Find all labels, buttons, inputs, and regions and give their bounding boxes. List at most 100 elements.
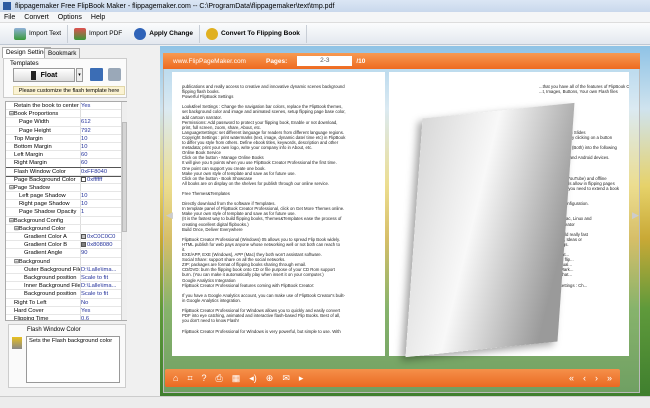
property-value[interactable]: 0.6 <box>81 315 126 320</box>
property-value[interactable]: 10 <box>81 192 126 199</box>
property-row[interactable]: Bottom Margin 10 <box>6 142 126 152</box>
property-value[interactable]: 0xffffff <box>81 176 126 183</box>
property-value[interactable]: Yes <box>81 307 126 314</box>
property-row[interactable]: Hard Cover Yes <box>6 306 126 315</box>
home-icon[interactable]: ⌂ <box>173 373 178 383</box>
first-page-icon[interactable]: « <box>569 373 574 383</box>
property-value[interactable]: 90 <box>81 249 126 256</box>
import-text-button[interactable]: Import Text <box>8 24 69 43</box>
last-page-icon[interactable]: » <box>607 373 612 383</box>
prev-page-icon[interactable]: ‹ <box>583 373 586 383</box>
property-value[interactable]: 10 <box>81 143 126 150</box>
toolbar: Import Text Import PDF Apply Change Conv… <box>0 23 650 45</box>
property-row[interactable]: Page Background Color 0xffffff <box>6 175 126 184</box>
property-value[interactable]: Yes <box>81 102 126 109</box>
property-grid-scrollbar[interactable] <box>121 102 127 320</box>
property-row[interactable]: Top Margin 10 <box>6 134 126 143</box>
property-value[interactable]: 0xC0C0C0 <box>81 233 126 240</box>
property-name: Bottom Margin <box>6 142 81 151</box>
property-value[interactable] <box>81 225 126 232</box>
property-value[interactable]: 10 <box>81 135 126 142</box>
property-value[interactable] <box>81 184 126 191</box>
sound-icon[interactable]: ◂) <box>249 373 257 384</box>
prev-arrow-icon[interactable]: ◀ <box>166 210 173 221</box>
template-dropdown-icon[interactable]: ▾ <box>76 68 83 82</box>
property-value[interactable] <box>81 217 126 224</box>
property-row[interactable]: Gradient Color A 0xC0C0C0 <box>6 233 126 242</box>
property-value[interactable]: 60 <box>81 151 126 158</box>
next-page-icon[interactable]: › <box>595 373 598 383</box>
apply-change-button[interactable]: Apply Change <box>128 24 200 43</box>
property-value[interactable]: 1 <box>81 208 126 215</box>
next-arrow-icon[interactable]: ▶ <box>632 210 639 221</box>
property-value[interactable]: 60 <box>81 159 126 166</box>
menu-help[interactable]: Help <box>91 14 105 21</box>
property-row[interactable]: ⊟Background <box>6 257 126 266</box>
property-name: ⊟Background Color <box>6 224 81 232</box>
thumbnails-icon[interactable]: ▦ <box>232 373 241 384</box>
tab-bookmark[interactable]: Bookmark <box>44 48 81 58</box>
property-row[interactable]: Right page Shadow 10 <box>6 200 126 209</box>
property-row[interactable]: Left Margin 60 <box>6 151 126 160</box>
import-pdf-label: Import PDF <box>89 30 123 37</box>
property-row[interactable]: Right To Left No <box>6 298 126 307</box>
property-row[interactable]: Page Width 612 <box>6 118 126 127</box>
site-link[interactable]: www.FlipPageMaker.com <box>173 58 246 65</box>
property-row[interactable]: Background position Scale to fit <box>6 290 126 299</box>
property-row[interactable]: Flash Window Color 0xFF8040 <box>6 166 126 177</box>
property-value-text: No <box>81 299 89 306</box>
autoplay-icon[interactable]: ▸ <box>299 373 304 384</box>
menu-convert[interactable]: Convert <box>24 14 49 21</box>
page-input[interactable]: 2-3 <box>297 56 353 66</box>
property-row[interactable]: Page Height 792 <box>6 126 126 135</box>
property-row[interactable]: Inner Background File D:\Lalle\ima... <box>6 282 126 291</box>
scroll-thumb[interactable] <box>122 122 127 232</box>
property-value[interactable]: 792 <box>81 127 126 134</box>
property-row[interactable]: Flipping Time 0.6 <box>6 314 126 320</box>
property-value[interactable]: No <box>81 299 126 306</box>
property-row[interactable]: ⊟Page Shadow <box>6 183 126 193</box>
zoom-icon[interactable]: ⊕ <box>266 373 274 384</box>
template-select[interactable]: Float <box>13 68 75 82</box>
menu-file[interactable]: File <box>4 14 15 21</box>
print-icon[interactable]: ⎙ <box>216 373 223 384</box>
convert-button[interactable]: Convert To Flipping Book <box>200 24 307 43</box>
property-value[interactable] <box>81 110 126 117</box>
app-icon <box>3 2 11 10</box>
property-row[interactable]: Gradient Color B 0x808080 <box>6 241 126 250</box>
property-row[interactable]: Background position Scale to fit <box>6 273 126 283</box>
property-row[interactable]: Retain the book to center Yes <box>6 102 126 111</box>
property-value[interactable]: 10 <box>81 200 126 207</box>
property-row[interactable]: ⊟Background Color <box>6 224 126 233</box>
page-curl[interactable] <box>405 102 575 358</box>
property-row[interactable]: ⊟Background Config <box>6 216 126 225</box>
fit-icon[interactable]: ⌗ <box>187 373 192 384</box>
import-pdf-button[interactable]: Import PDF <box>68 25 128 43</box>
property-value[interactable]: Scale to fit <box>81 274 126 281</box>
load-template-icon[interactable] <box>108 68 121 81</box>
menu-options[interactable]: Options <box>58 14 82 21</box>
property-name: Right Margin <box>6 159 81 167</box>
book-icon <box>30 70 36 80</box>
email-icon[interactable]: ✉ <box>282 373 290 384</box>
property-value[interactable]: D:\Lalle\ima... <box>81 282 126 289</box>
property-value-text: 0xFF8040 <box>81 168 108 175</box>
save-template-icon[interactable] <box>90 68 103 81</box>
property-value[interactable]: 0x808080 <box>81 241 126 248</box>
property-name: ⊟Page Shadow <box>6 183 81 192</box>
property-row[interactable]: Outer Background File D:\Lalle\ima... <box>6 265 126 274</box>
property-value[interactable]: 0xFF8040 <box>81 168 126 175</box>
property-value[interactable] <box>81 258 126 265</box>
left-page[interactable]: publications and really access to creati… <box>172 72 385 356</box>
property-row[interactable]: Gradient Angle 90 <box>6 249 126 258</box>
property-row[interactable]: Page Shadow Opacity 1 <box>6 208 126 217</box>
property-value[interactable]: Scale to fit <box>81 290 126 297</box>
property-value-text: D:\Lalle\ima... <box>81 283 117 290</box>
property-row[interactable]: Right Margin 60 <box>6 159 126 168</box>
property-value[interactable]: 612 <box>81 118 126 125</box>
property-row[interactable]: Left page Shadow 10 <box>6 192 126 201</box>
property-row[interactable]: ⊟Book Proportions <box>6 110 126 119</box>
property-value[interactable]: D:\Lalle\ima... <box>81 266 126 273</box>
help-icon[interactable]: ? <box>202 373 207 383</box>
property-value-text: Yes <box>81 103 91 109</box>
